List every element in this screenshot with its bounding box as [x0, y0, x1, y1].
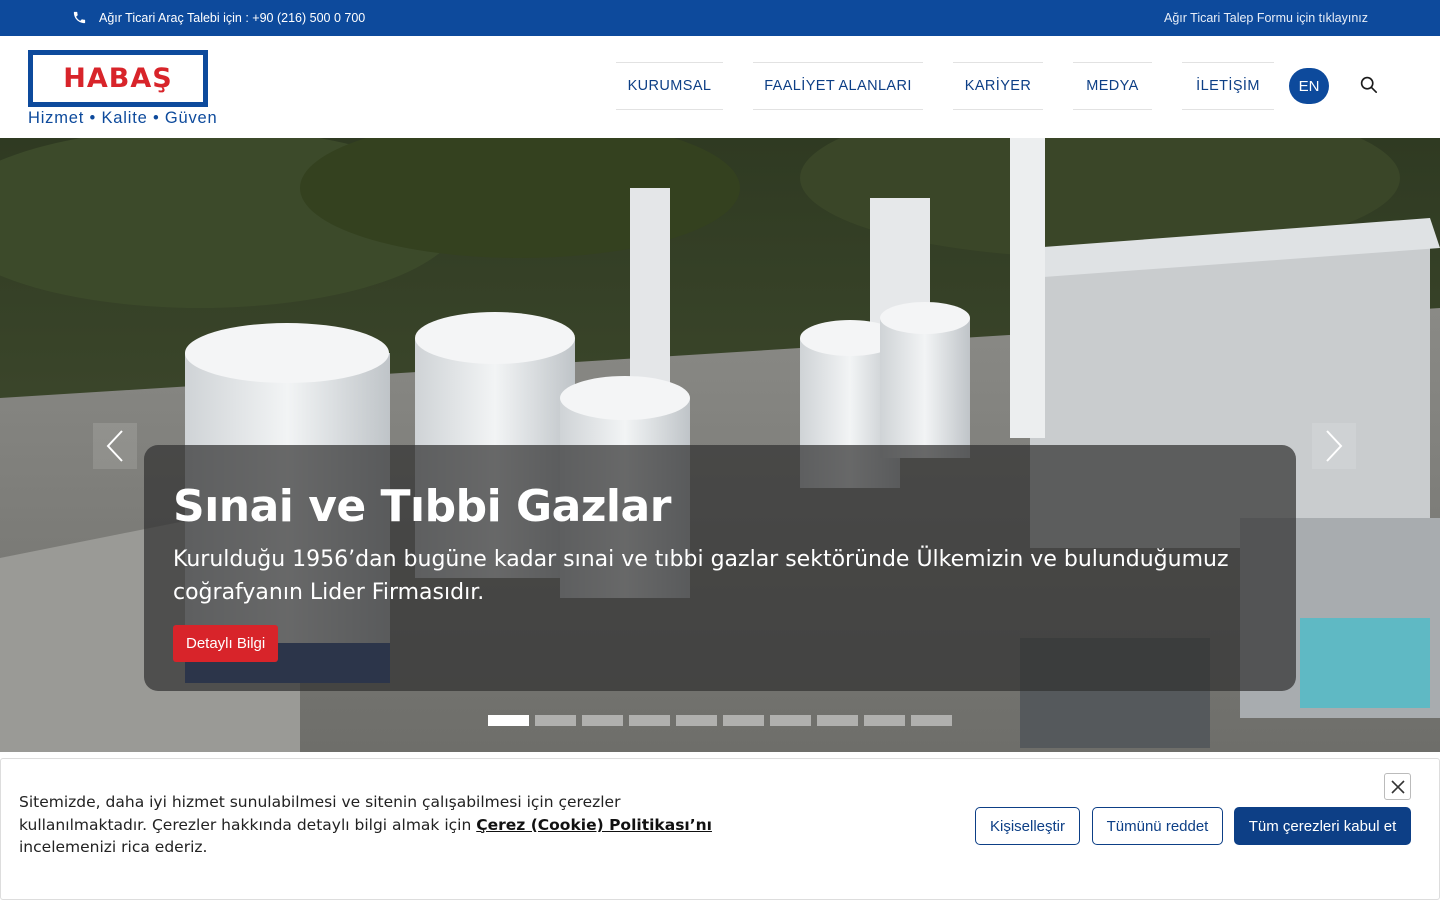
slide-description: Kurulduğu 1956’dan bugüne kadar sınai ve…	[173, 547, 1229, 605]
slider-dot[interactable]	[629, 715, 670, 726]
request-form-link[interactable]: Ağır Ticari Talep Formu için tıklayınız	[1164, 11, 1368, 25]
slider-next-button[interactable]	[1312, 423, 1356, 469]
phone-text: Ağır Ticari Araç Talebi için : +90 (216)…	[99, 10, 366, 25]
main-nav: KURUMSAL FAALİYET ALANLARI KARİYER MEDYA…	[616, 62, 1274, 110]
logo-brand: HABAŞ	[63, 63, 173, 94]
site-header: HABAŞ Hizmet • Kalite • Güven KURUMSAL F…	[0, 36, 1440, 138]
nav-item-medya[interactable]: MEDYA	[1073, 62, 1152, 110]
cookie-accept-button[interactable]: Tüm çerezleri kabul et	[1234, 807, 1411, 845]
logo-inner: HABAŞ	[33, 55, 203, 102]
cookie-text: Sitemizde, daha iyi hizmet sunulabilmesi…	[19, 791, 719, 859]
slider-dot[interactable]	[817, 715, 858, 726]
nav-item-faaliyet-alanlari[interactable]: FAALİYET ALANLARI	[753, 62, 923, 110]
chevron-right-icon	[1326, 430, 1343, 462]
hero-slider: Sınai ve Tıbbi Gazlar Kurulduğu 1956’dan…	[0, 138, 1440, 752]
nav-item-kurumsal[interactable]: KURUMSAL	[616, 62, 723, 110]
slider-dot[interactable]	[911, 715, 952, 726]
detail-button[interactable]: Detaylı Bilgi	[173, 625, 279, 662]
slider-dot[interactable]	[535, 715, 576, 726]
nav-item-kariyer[interactable]: KARİYER	[953, 62, 1043, 110]
cookie-reject-button[interactable]: Tümünü reddet	[1092, 807, 1223, 845]
logo-slogan: Hizmet • Kalite • Güven	[28, 109, 218, 127]
phone-contact[interactable]: Ağır Ticari Araç Talebi için : +90 (216)…	[72, 10, 365, 25]
nav-item-iletisim[interactable]: İLETİŞİM	[1182, 62, 1274, 110]
close-icon	[1390, 779, 1405, 794]
slider-prev-button[interactable]	[93, 423, 137, 469]
slider-dot[interactable]	[676, 715, 717, 726]
search-icon[interactable]	[1360, 76, 1378, 94]
cookie-close-button[interactable]	[1384, 773, 1411, 800]
slider-dot[interactable]	[488, 715, 529, 726]
slide-caption: Sınai ve Tıbbi Gazlar Kurulduğu 1956’dan…	[144, 445, 1296, 691]
language-toggle[interactable]: EN	[1289, 68, 1329, 104]
habas-logo[interactable]: HABAŞ Hizmet • Kalite • Güven	[28, 50, 218, 128]
slider-dot[interactable]	[723, 715, 764, 726]
slide-title: Sınai ve Tıbbi Gazlar	[173, 481, 671, 532]
chevron-left-icon	[106, 430, 123, 462]
cookie-policy-link[interactable]: Çerez (Cookie) Politikası’nı	[476, 816, 712, 834]
top-bar: Ağır Ticari Araç Talebi için : +90 (216)…	[0, 0, 1440, 36]
phone-icon	[73, 11, 86, 24]
logo-box: HABAŞ	[28, 50, 208, 107]
slider-pagination	[488, 715, 958, 726]
cookie-text-after: incelemenizi rica ederiz.	[19, 838, 208, 856]
cookie-banner: Sitemizde, daha iyi hizmet sunulabilmesi…	[0, 758, 1440, 900]
slider-dot[interactable]	[770, 715, 811, 726]
slider-dot[interactable]	[582, 715, 623, 726]
cookie-customize-button[interactable]: Kişiselleştir	[975, 807, 1080, 845]
slider-dot[interactable]	[864, 715, 905, 726]
